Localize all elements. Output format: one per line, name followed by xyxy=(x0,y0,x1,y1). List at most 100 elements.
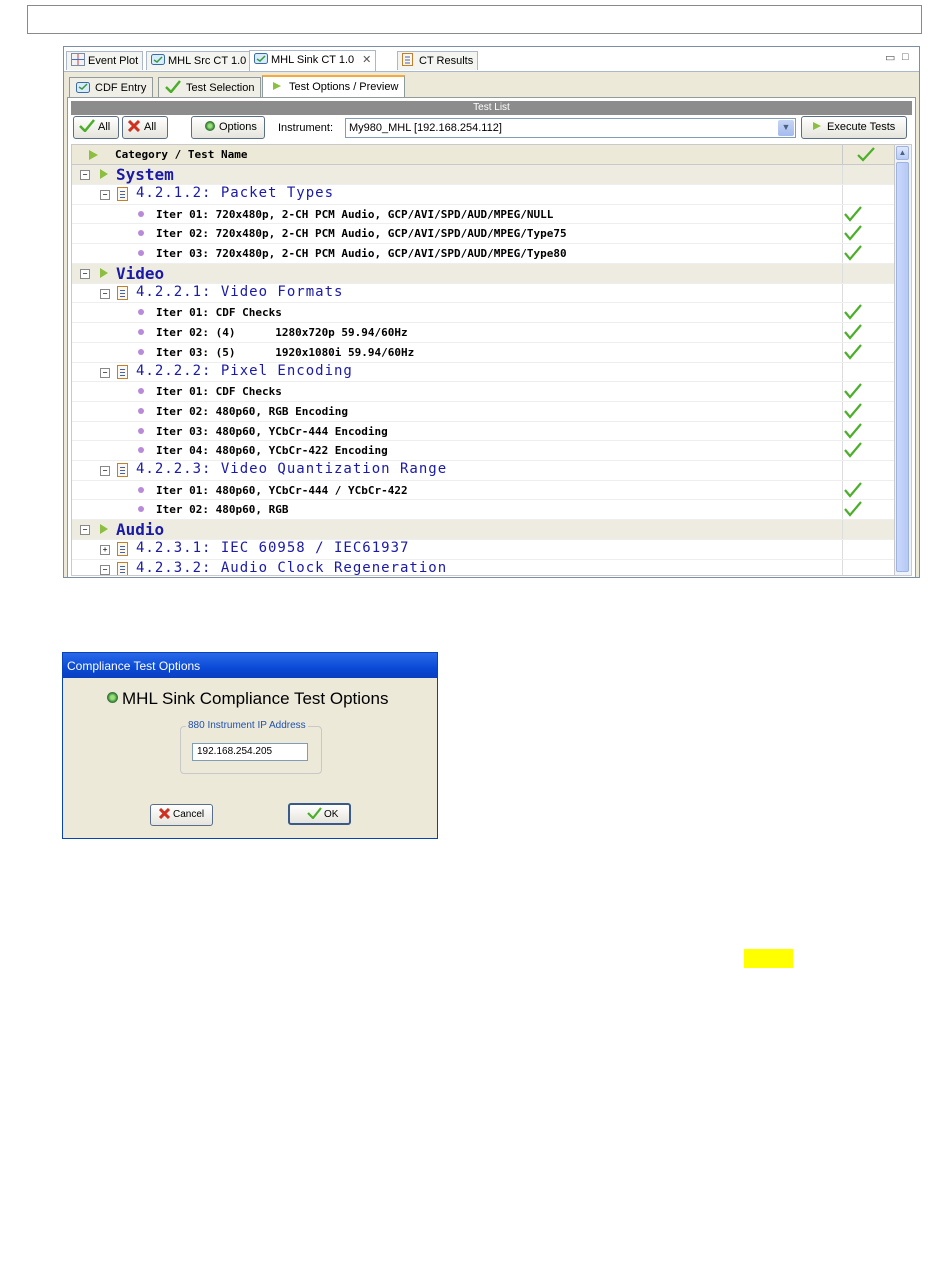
checkmark-icon xyxy=(79,119,95,140)
close-icon[interactable]: ✕ xyxy=(362,54,371,66)
category-label: Audio xyxy=(116,520,165,539)
iteration-row[interactable]: Iter 02: 720x480p, 2-CH PCM Audio, GCP/A… xyxy=(72,224,894,245)
bullet-icon xyxy=(138,210,144,217)
test-label: 4.2.2.1: Video Formats xyxy=(136,283,344,300)
check-cell[interactable] xyxy=(842,520,895,539)
checkmark-icon[interactable] xyxy=(844,225,862,244)
checkmark-icon[interactable] xyxy=(844,383,862,402)
iteration-row[interactable]: Iter 01: 720x480p, 2-CH PCM Audio, GCP/A… xyxy=(72,204,894,225)
test-row[interactable]: − 4.2.2.3: Video Quantization Range xyxy=(72,460,895,481)
iteration-label: Iter 02: 480p60, RGB Encoding xyxy=(156,404,349,418)
checkmark-icon[interactable] xyxy=(844,304,862,323)
collapse-icon[interactable]: − xyxy=(80,525,90,535)
checkmark-icon[interactable] xyxy=(844,205,862,225)
check-cell[interactable] xyxy=(842,165,895,184)
collapse-icon[interactable]: − xyxy=(100,465,110,476)
checkmark-icon[interactable] xyxy=(844,501,862,520)
checkmark-icon[interactable] xyxy=(844,324,862,343)
collapse-icon[interactable]: − xyxy=(80,170,90,180)
dialog-title: Compliance Test Options xyxy=(63,653,437,678)
check-cell[interactable] xyxy=(842,460,895,480)
execute-tests-button[interactable]: Execute Tests xyxy=(801,116,907,139)
column-header-name[interactable]: Category / Test Name xyxy=(115,148,247,161)
chevron-down-icon[interactable]: ▼ xyxy=(778,120,794,136)
iteration-row[interactable]: Iter 01: CDF Checks xyxy=(72,303,894,324)
minimize-icon[interactable]: ▭ xyxy=(885,51,895,64)
vertical-scrollbar[interactable]: ▲ xyxy=(894,145,911,575)
document-icon xyxy=(117,542,128,556)
scroll-thumb[interactable] xyxy=(896,162,909,572)
red-x-icon xyxy=(158,807,171,827)
iteration-row[interactable]: Iter 02: (4) 1280x720p 59.94/60Hz xyxy=(72,323,894,343)
check-cell[interactable] xyxy=(842,263,895,283)
select-all-button[interactable]: All xyxy=(73,116,119,139)
check-cell[interactable] xyxy=(842,559,895,575)
checkmark-icon[interactable] xyxy=(844,442,862,461)
column-header-check-icon[interactable] xyxy=(857,147,875,165)
check-cell[interactable] xyxy=(842,283,895,303)
ip-address-input[interactable]: 192.168.254.205 xyxy=(192,743,308,761)
tab-cdf-entry[interactable]: CDF Entry xyxy=(69,77,154,97)
tab-test-options-preview[interactable]: Test Options / Preview xyxy=(262,75,406,98)
tab-ct-results[interactable]: CT Results xyxy=(397,51,479,70)
tab-test-selection[interactable]: Test Selection xyxy=(158,77,262,97)
checkmark-icon[interactable] xyxy=(844,422,862,442)
bullet-icon xyxy=(138,250,144,257)
expand-icon[interactable]: + xyxy=(100,545,110,555)
execute-tests-label: Execute Tests xyxy=(827,121,896,133)
iteration-row[interactable]: Iter 03: 720x480p, 2-CH PCM Audio, GCP/A… xyxy=(72,244,894,264)
collapse-icon[interactable]: − xyxy=(100,190,110,200)
tab-mhl-src[interactable]: MHL Src CT 1.0 xyxy=(146,51,252,70)
cancel-button[interactable]: Cancel xyxy=(150,804,213,826)
tab-mhl-sink[interactable]: MHL Sink CT 1.0 ✕ xyxy=(249,50,377,71)
check-cell[interactable] xyxy=(842,540,895,559)
iteration-row[interactable]: Iter 02: 480p60, RGB xyxy=(72,500,894,520)
checkmark-icon[interactable] xyxy=(844,403,862,422)
deselect-all-button[interactable]: All xyxy=(122,116,168,139)
check-cell[interactable] xyxy=(842,362,895,382)
document-icon xyxy=(117,187,128,201)
bullet-icon xyxy=(138,348,144,355)
category-row[interactable]: − Audio xyxy=(72,520,894,540)
iteration-label: Iter 02: (4) 1280x720p 59.94/60Hz xyxy=(156,326,408,340)
iteration-row[interactable]: Iter 01: CDF Checks xyxy=(72,382,894,402)
bullet-icon xyxy=(138,329,144,336)
document-icon xyxy=(117,285,128,300)
instrument-select[interactable]: My980_MHL [192.168.254.112] ▼ xyxy=(345,118,796,138)
test-row[interactable]: − 4.2.2.2: Pixel Encoding xyxy=(72,362,895,383)
checkmark-icon[interactable] xyxy=(844,344,862,363)
scroll-up-icon[interactable]: ▲ xyxy=(896,146,909,160)
instrument-label: Instrument: xyxy=(278,122,334,134)
select-all-label: All xyxy=(98,121,111,133)
tab-event-plot[interactable]: Event Plot xyxy=(66,51,144,70)
options-button[interactable]: Options xyxy=(191,116,265,139)
collapse-icon[interactable]: − xyxy=(100,564,110,575)
bullet-icon xyxy=(138,486,144,493)
iteration-row[interactable]: Iter 03: (5) 1920x1080i 59.94/60Hz xyxy=(72,342,894,363)
tree-rows: − System −4.2.1.2: Packet Types Iter 01: 72… xyxy=(72,165,895,576)
checkmark-icon[interactable] xyxy=(844,481,862,501)
iteration-row[interactable]: Iter 04: 480p60, YCbCr-422 Encoding xyxy=(72,441,894,461)
options-label: Options xyxy=(219,121,257,133)
test-label: 4.2.3.2: Audio Clock Regeneration xyxy=(136,559,448,576)
category-row[interactable]: − Video xyxy=(72,263,895,284)
iteration-label: Iter 03: 720x480p, 2-CH PCM Audio, GCP/A… xyxy=(156,247,567,261)
collapse-icon[interactable]: − xyxy=(100,288,110,299)
sub-tabs: CDF Entry Test Selection Test Options / … xyxy=(67,73,916,98)
iteration-row[interactable]: Iter 01: 480p60, YCbCr-444 / YCbCr-422 xyxy=(72,480,894,501)
tab-label: Test Options / Preview xyxy=(289,81,399,93)
iteration-row[interactable]: Iter 02: 480p60, RGB Encoding xyxy=(72,401,894,422)
collapse-icon[interactable]: − xyxy=(80,268,90,279)
collapse-icon[interactable]: − xyxy=(100,367,110,378)
check-cell[interactable] xyxy=(842,185,895,204)
checkmark-icon[interactable] xyxy=(844,245,862,264)
category-row[interactable]: − System xyxy=(72,165,894,185)
test-row[interactable]: − 4.2.2.1: Video Formats xyxy=(72,283,895,304)
ok-button[interactable]: OK xyxy=(288,803,351,825)
test-row[interactable]: +4.2.3.1: IEC 60958 / IEC61937 xyxy=(72,540,894,560)
top-frame xyxy=(27,5,922,34)
maximize-icon[interactable]: □ xyxy=(902,51,909,63)
test-row[interactable]: − 4.2.3.2: Audio Clock Regeneration xyxy=(72,559,895,576)
test-row[interactable]: − 4.2.1.2: Packet Types xyxy=(72,185,894,205)
iteration-row[interactable]: Iter 03: 480p60, YCbCr-444 Encoding xyxy=(72,421,894,442)
